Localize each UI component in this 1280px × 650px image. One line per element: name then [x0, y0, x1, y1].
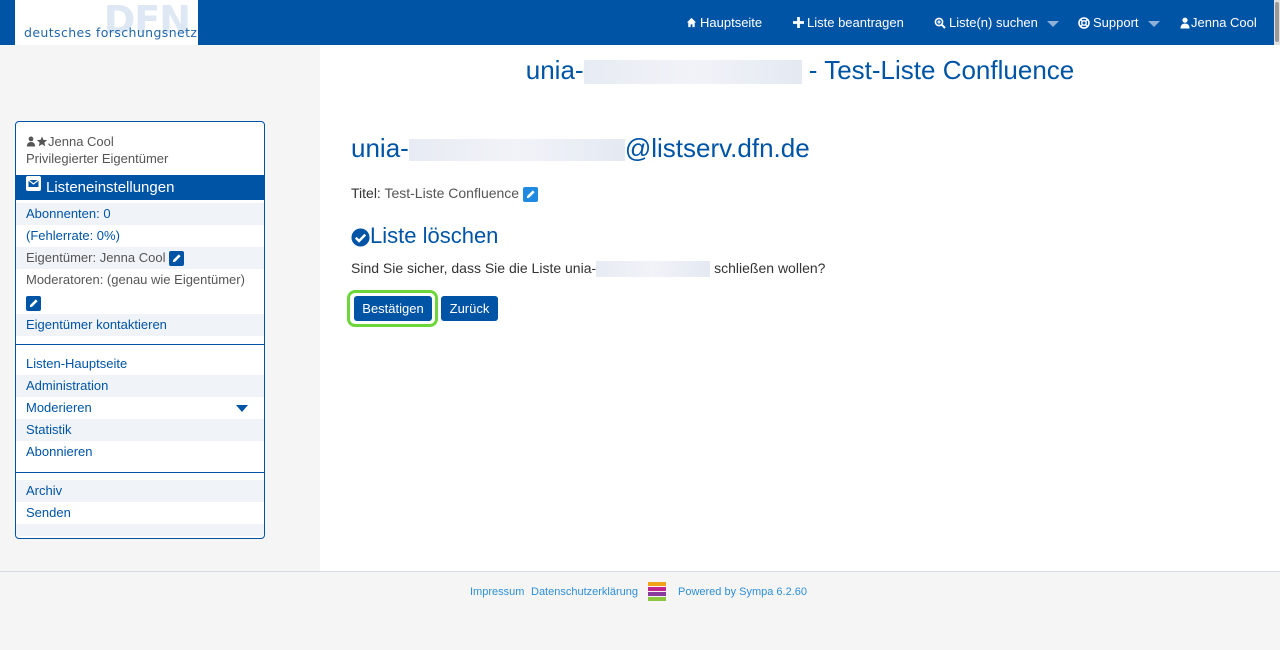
sidebar-user-name: Jenna Cool — [48, 134, 114, 149]
edit-owners-button[interactable] — [169, 251, 185, 267]
sidebar-item-statistics[interactable]: Statistik — [16, 419, 264, 441]
dfn-logo[interactable]: DFN deutsches forschungsnetz — [15, 0, 198, 45]
nav-support-label: Support — [1093, 15, 1139, 30]
sidebar-user-role: Privilegierter Eigentümer — [26, 151, 169, 166]
nav-user-menu[interactable]: Jenna Cool — [1180, 0, 1257, 45]
plus-icon — [792, 17, 804, 29]
scrollbar[interactable] — [1274, 0, 1280, 45]
nav-search-lists-label: Liste(n) suchen — [949, 15, 1038, 30]
edit-title-button[interactable] — [523, 186, 538, 202]
back-button[interactable]: Zurück — [441, 296, 498, 321]
home-icon — [685, 17, 697, 29]
sidebar-item-moderate[interactable]: Moderieren — [16, 397, 264, 419]
moderate-label: Moderieren — [26, 400, 92, 415]
chevron-down-icon — [1046, 20, 1059, 27]
nav-user-label: Jenna Cool — [1191, 15, 1257, 30]
pencil-icon — [29, 299, 38, 308]
user-icon — [1180, 17, 1190, 29]
pencil-icon — [526, 190, 535, 198]
sidebar-item-subscribers[interactable]: Abonnenten: 0 — [16, 203, 264, 225]
sidebar-section-list-settings[interactable]: Listeneinstellungen — [16, 175, 264, 200]
main-content: unia- - Test-Liste Confluence unia- @list… — [320, 45, 1280, 571]
top-navbar: DFN deutsches forschungsnetz Hauptseite … — [0, 0, 1280, 45]
page-title: unia- - Test-Liste Confluence — [525, 55, 1075, 85]
owners-label: Eigentümer: Jenna Cool — [26, 250, 166, 265]
check-circle-icon — [351, 227, 370, 247]
nav-home-label: Hauptseite — [700, 15, 763, 30]
nav-search-lists[interactable]: Liste(n) suchen — [934, 0, 1059, 45]
list-address: unia- @listserv.dfn.de — [351, 133, 810, 163]
logo-text: deutsches forschungsnetz — [24, 25, 198, 40]
scrollbar-thumb[interactable] — [1275, 2, 1279, 42]
confirm-question: Sind Sie sicher, dass Sie die Liste unia… — [351, 260, 826, 278]
sympa-logo-icon — [648, 582, 666, 602]
redacted-text — [408, 139, 625, 162]
title-value: Test-Liste Confluence — [384, 185, 520, 201]
sidebar-item-archive[interactable]: Archiv — [16, 480, 264, 502]
user-icon — [26, 134, 36, 152]
title-label: Titel: — [351, 185, 381, 201]
nav-request-list[interactable]: Liste beantragen — [792, 0, 904, 45]
nav-home[interactable]: Hauptseite — [685, 0, 762, 45]
delete-list-heading-text: Liste löschen — [370, 223, 499, 248]
star-icon — [36, 134, 48, 152]
user-info: Jenna Cool — [16, 133, 264, 151]
pencil-icon — [172, 254, 181, 263]
sidebar-section-title: Listeneinstellungen — [46, 179, 175, 196]
envelope-icon — [26, 174, 41, 199]
chevron-down-icon — [1147, 20, 1160, 27]
redacted-text — [583, 60, 802, 85]
sidebar-spacer — [16, 524, 264, 536]
sidebar-divider — [16, 472, 264, 473]
caret-down-icon[interactable] — [236, 405, 248, 412]
redacted-text — [596, 261, 711, 278]
privacy-link[interactable]: Datenschutzerklärung — [531, 586, 638, 598]
sidebar-item-administration[interactable]: Administration — [16, 375, 264, 397]
list-sidebar: Jenna Cool Privilegierter Eigentümer Lis… — [15, 121, 265, 539]
lifebuoy-icon — [1078, 16, 1090, 29]
sidebar-item-list-home[interactable]: Listen-Hauptseite — [16, 353, 264, 375]
sidebar-item-contact-owners[interactable]: Eigentümer kontaktieren — [16, 314, 264, 336]
search-plus-icon — [934, 17, 946, 29]
sidebar-divider — [16, 344, 264, 345]
sidebar-item-owners: Eigentümer: Jenna Cool — [16, 247, 264, 269]
nav-request-list-label: Liste beantragen — [807, 15, 904, 30]
confirm-button[interactable]: Bestätigen — [354, 296, 432, 321]
list-title-row: Titel: Test-Liste Confluence — [351, 185, 538, 202]
sidebar-item-error-rate[interactable]: (Fehlerrate: 0%) — [16, 225, 264, 247]
sidebar-item-send[interactable]: Senden — [16, 502, 264, 524]
delete-list-heading: Liste löschen — [351, 223, 498, 249]
sidebar-item-edit-moderators — [16, 292, 264, 314]
powered-by-link[interactable]: Powered by Sympa 6.2.60 — [678, 586, 807, 598]
footer: Impressum Datenschutzerklärung Powered b… — [0, 571, 1280, 650]
sidebar-item-subscribe[interactable]: Abonnieren — [16, 441, 264, 463]
sidebar-item-moderators: Moderatoren: (genau wie Eigentümer) — [26, 272, 245, 287]
edit-moderators-button[interactable] — [26, 296, 41, 312]
nav-support[interactable]: Support — [1078, 0, 1160, 45]
impressum-link[interactable]: Impressum — [470, 586, 524, 598]
